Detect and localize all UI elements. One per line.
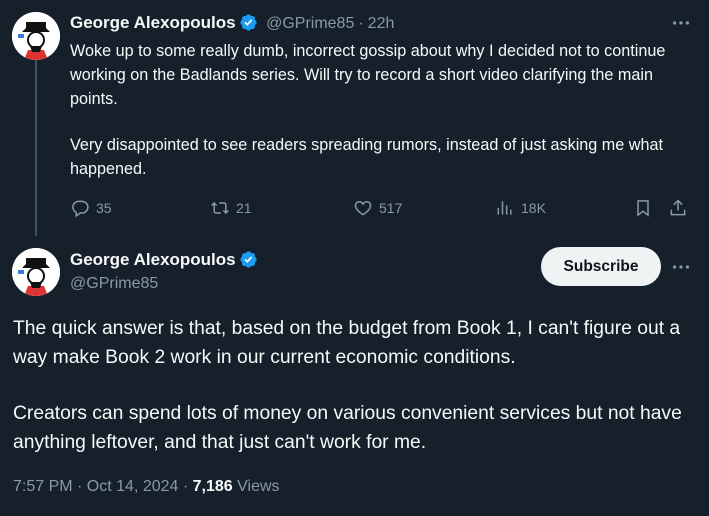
verified-badge-icon — [240, 14, 257, 31]
tweet-paragraph: The quick answer is that, based on the b… — [13, 318, 681, 368]
tweet-text: The quick answer is that, based on the b… — [13, 314, 698, 457]
author-name[interactable]: George Alexopoulos — [70, 13, 236, 32]
verified-badge-icon — [240, 251, 257, 268]
views-button[interactable]: 18K — [495, 198, 546, 218]
timestamp[interactable]: 7:57 PM · Oct 14, 2024 · — [13, 478, 193, 495]
like-icon — [354, 200, 372, 216]
time-ago[interactable]: 22h — [368, 15, 395, 32]
tweet-paragraph: Creators can spend lots of money on vari… — [13, 403, 682, 453]
tweet-header: George Alexopoulos — [70, 250, 258, 270]
views-count: 18K — [521, 200, 546, 216]
like-button[interactable]: 517 — [353, 198, 402, 218]
tweet-text: Woke up to some really dumb, incorrect g… — [70, 39, 690, 181]
tweet-metadata: 7:57 PM · Oct 14, 2024 · 7,186 Views — [13, 478, 280, 496]
views-icon — [497, 201, 512, 215]
avatar[interactable] — [12, 12, 60, 60]
share-button[interactable] — [668, 198, 688, 218]
avatar[interactable] — [12, 248, 60, 296]
separator-dot: · — [358, 15, 364, 32]
reply-button[interactable]: 35 — [70, 198, 112, 218]
tweet-paragraph: Woke up to some really dumb, incorrect g… — [70, 42, 666, 108]
repost-icon — [211, 201, 229, 215]
more-icon[interactable] — [670, 12, 692, 34]
handle-line: @GPrime85 — [70, 275, 158, 293]
bookmark-button[interactable] — [633, 198, 653, 218]
like-count: 517 — [379, 200, 403, 216]
views-count: 7,186 — [192, 478, 233, 495]
bookmark-icon — [637, 200, 649, 217]
repost-button[interactable]: 21 — [210, 198, 252, 218]
author-name[interactable]: George Alexopoulos — [70, 250, 236, 269]
author-handle[interactable]: @GPrime85 — [70, 275, 158, 292]
action-bar: 35 21 517 18K — [70, 198, 695, 220]
repost-count: 21 — [236, 200, 252, 216]
tweet-header: George Alexopoulos @GPrime85 · 22h — [70, 13, 394, 33]
share-icon — [670, 199, 686, 216]
thread-connector-line — [35, 60, 37, 236]
author-handle[interactable]: @GPrime85 — [266, 15, 354, 32]
reply-count: 35 — [96, 200, 112, 216]
tweet-paragraph: Very disappointed to see readers spreadi… — [70, 136, 663, 178]
subscribe-button[interactable]: Subscribe — [541, 247, 661, 286]
views-label: Views — [232, 478, 280, 495]
reply-icon — [72, 200, 89, 218]
more-icon[interactable] — [670, 256, 692, 278]
